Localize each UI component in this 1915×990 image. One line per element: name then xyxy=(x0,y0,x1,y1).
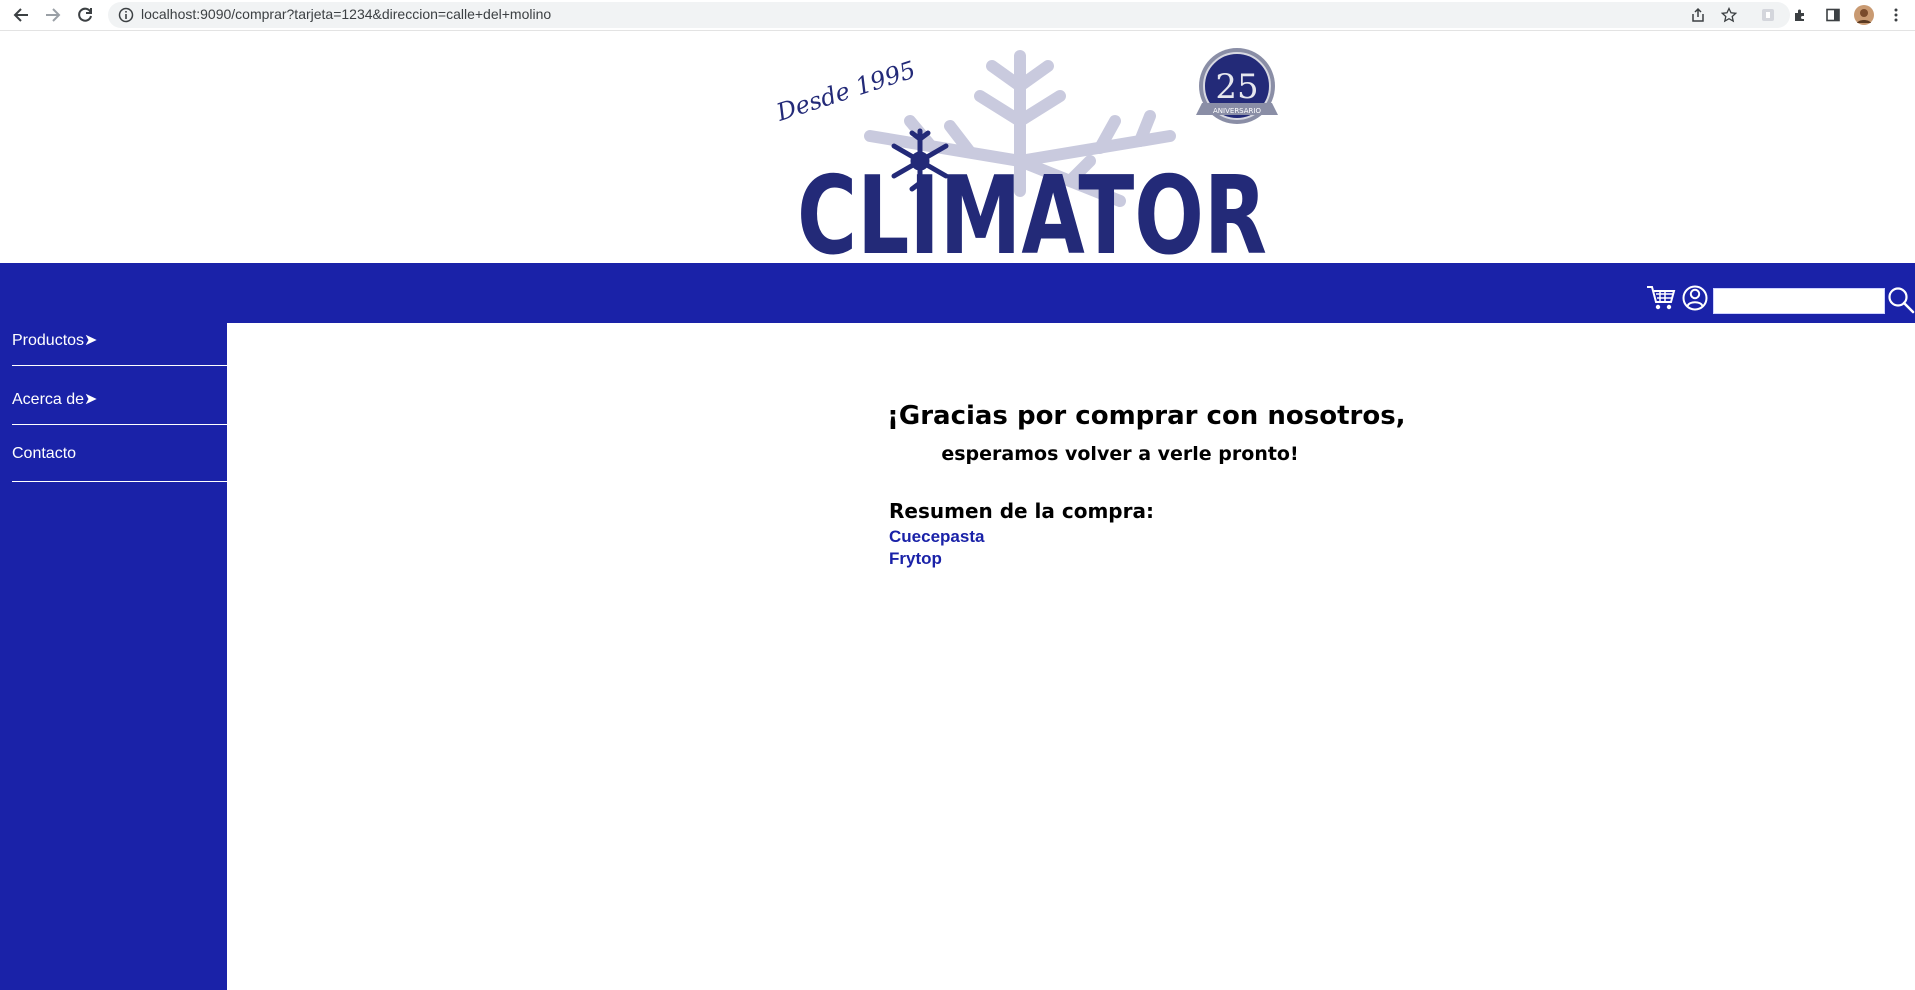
profile-avatar-icon[interactable] xyxy=(1854,5,1874,25)
main-content: ¡Gracias por comprar con nosotros, esper… xyxy=(227,323,1915,990)
search-input[interactable] xyxy=(1713,288,1885,314)
sidebar-item-productos[interactable]: Productos➤ xyxy=(12,323,227,366)
sidebar: Productos➤ Acerca de➤ Contacto xyxy=(0,323,227,990)
user-account-icon[interactable] xyxy=(1682,284,1708,312)
anniversary-label: ANIVERSARIO xyxy=(1213,107,1261,115)
logo-brand-text: CLIMATOR xyxy=(797,154,1267,261)
side-panel-icon[interactable] xyxy=(1823,5,1843,25)
climator-logo[interactable]: Desde 1995 25 ANIVERSARIO CLIMATOR xyxy=(770,41,1300,261)
puzzle-icon[interactable] xyxy=(1790,5,1810,25)
sidebar-item-contacto[interactable]: Contacto xyxy=(12,425,227,482)
sidebar-item-acerca-de[interactable]: Acerca de➤ xyxy=(12,366,227,425)
top-navigation-bar xyxy=(0,263,1915,323)
forward-icon[interactable] xyxy=(42,4,64,26)
sidebar-item-label: Contacto xyxy=(12,445,77,462)
sidebar-item-label: Acerca de➤ xyxy=(12,391,98,408)
summary-product-item[interactable]: Cuecepasta xyxy=(889,527,984,547)
thanks-heading: ¡Gracias por comprar con nosotros, xyxy=(887,401,1406,431)
url-text: localhost:9090/comprar?tarjeta=1234&dire… xyxy=(141,6,552,22)
anniversary-badge-icon: 25 ANIVERSARIO xyxy=(1196,48,1278,124)
site-header: Desde 1995 25 ANIVERSARIO CLIMATOR xyxy=(0,31,1915,263)
browser-toolbar: localhost:9090/comprar?tarjeta=1234&dire… xyxy=(0,0,1915,31)
summary-product-item[interactable]: Frytop xyxy=(889,549,942,569)
extension-icon[interactable] xyxy=(1758,5,1778,25)
site-info-icon[interactable] xyxy=(118,7,134,28)
browser-menu-icon[interactable] xyxy=(1886,5,1906,25)
bookmark-star-icon[interactable] xyxy=(1719,5,1739,25)
anniversary-number: 25 xyxy=(1215,67,1258,107)
thanks-subheading: esperamos volver a verle pronto! xyxy=(941,443,1299,465)
purchase-summary-title: Resumen de la compra: xyxy=(889,499,1154,523)
logo-tagline: Desde 1995 xyxy=(772,56,919,127)
sidebar-item-label: Productos➤ xyxy=(12,332,98,349)
cart-icon[interactable] xyxy=(1646,284,1676,312)
share-icon[interactable] xyxy=(1688,5,1708,25)
back-icon[interactable] xyxy=(10,4,32,26)
search-icon[interactable] xyxy=(1887,286,1915,314)
reload-icon[interactable] xyxy=(74,4,96,26)
